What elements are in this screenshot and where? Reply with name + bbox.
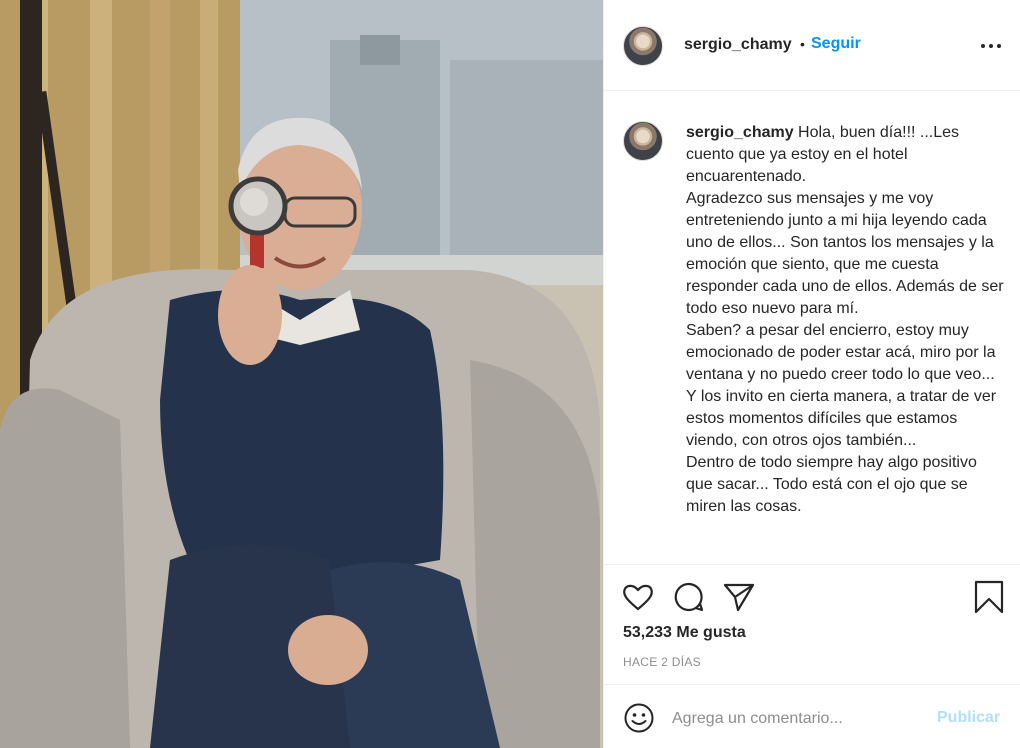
separator-dot: • [800,36,805,52]
post-timestamp[interactable]: HACE 2 DÍAS [623,655,701,669]
post-photo[interactable] [0,0,603,748]
caption-area: sergio_chamy Hola, buen día!!! ...Les cu… [604,91,1020,564]
bookmark-icon[interactable] [972,580,1006,614]
emoji-icon[interactable] [623,702,655,734]
caption-username[interactable]: sergio_chamy [686,124,794,141]
comment-bar: Publicar [604,684,1020,748]
author-username[interactable]: sergio_chamy [684,36,792,54]
follow-button[interactable]: Seguir [811,35,861,53]
caption-text: sergio_chamy Hola, buen día!!! ...Les cu… [686,122,1004,518]
author-avatar[interactable] [623,26,663,66]
share-icon[interactable] [722,580,756,614]
post-actions: 53,233 Me gusta HACE 2 DÍAS [604,564,1020,684]
post-details-panel: sergio_chamy • Seguir sergio_chamy Hola,… [603,0,1020,748]
photo-illustration [0,0,603,748]
post-header: sergio_chamy • Seguir [604,0,1020,91]
publish-button[interactable]: Publicar [937,709,1000,727]
caption-body: Hola, buen día!!! ...Les cuento que ya e… [686,124,1004,515]
likes-count[interactable]: 53,233 Me gusta [623,624,746,642]
heart-icon[interactable] [621,580,655,614]
more-options-icon[interactable] [978,34,1004,56]
comment-icon[interactable] [672,580,706,614]
caption-avatar[interactable] [623,121,663,161]
comment-input[interactable] [672,705,932,733]
